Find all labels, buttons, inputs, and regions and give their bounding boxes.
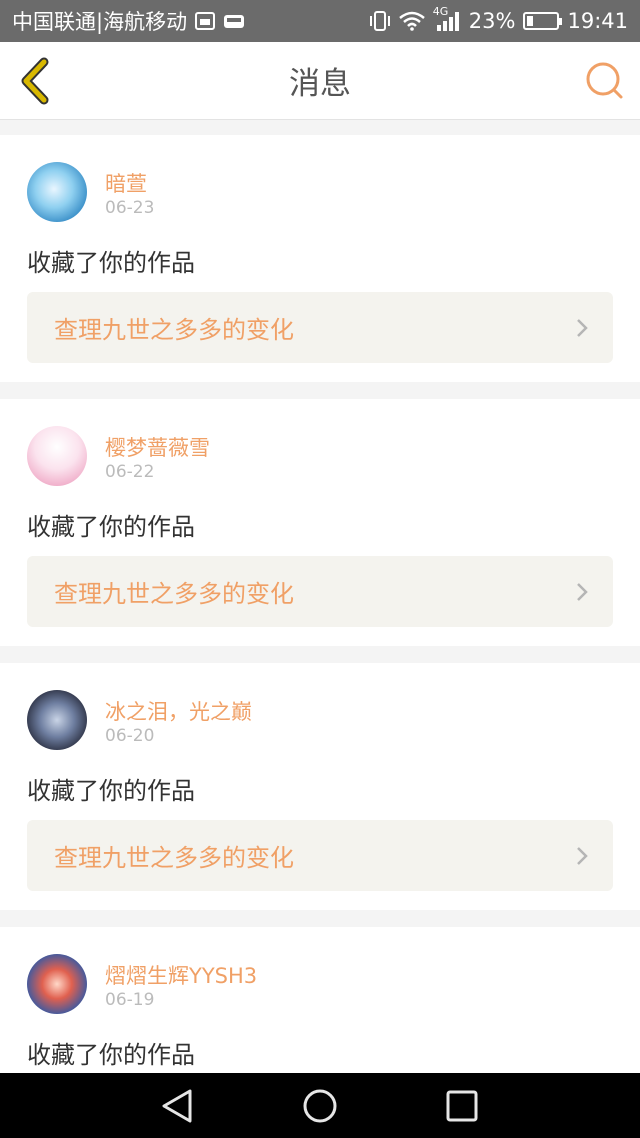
nav-back-button[interactable] [156,1085,198,1127]
battery-percent: 23% [468,9,516,33]
battery-icon [523,12,563,30]
app-header: 消息 [0,42,640,120]
message-date: 06-23 [105,198,155,218]
message-date: 06-22 [105,462,155,482]
message-text: 收藏了你的作品 [27,777,195,805]
chevron-left-icon [21,57,49,105]
clock: 19:41 [567,9,628,33]
signal-group: 4G [433,5,461,33]
image-notification-icon [195,12,216,30]
car-notification-icon [224,15,245,28]
message-card: 冰之泪，光之巅 06-20 收藏了你的作品 查理九世之多多的变化 [0,663,640,910]
work-title: 查理九世之多多的变化 [54,580,294,608]
work-link[interactable]: 查理九世之多多的变化 [27,292,613,363]
carrier-label: 中国联通|海航移动 [12,10,188,34]
work-title: 查理九世之多多的变化 [54,844,294,872]
message-date: 06-20 [105,726,155,746]
search-button[interactable] [584,60,626,102]
user-name-link[interactable]: 熠熠生辉YYSH3 [105,960,257,990]
message-text: 收藏了你的作品 [27,513,195,541]
work-title: 查理九世之多多的变化 [54,316,294,344]
chevron-right-icon [577,583,588,601]
chevron-right-icon [577,847,588,865]
work-link[interactable]: 查理九世之多多的变化 [27,556,613,627]
page-title: 消息 [289,66,351,102]
nav-recents-button[interactable] [441,1085,483,1127]
system-nav-bar [0,1073,640,1138]
message-text: 收藏了你的作品 [27,1041,195,1069]
avatar[interactable] [27,690,87,750]
recents-square-icon [446,1090,478,1122]
nav-home-button[interactable] [299,1085,341,1127]
chevron-right-icon [577,319,588,337]
signal-icon [436,12,459,31]
vibrate-icon [369,11,390,31]
wifi-icon [398,11,425,31]
message-card: 樱梦蔷薇雪 06-22 收藏了你的作品 查理九世之多多的变化 [0,399,640,646]
status-bar: 中国联通|海航移动 4G 23% 19:41 [0,0,640,42]
back-button[interactable] [14,56,62,106]
user-name-link[interactable]: 冰之泪，光之巅 [105,696,252,726]
avatar[interactable] [27,954,87,1014]
message-text: 收藏了你的作品 [27,249,195,277]
user-name-link[interactable]: 暗萱 [105,168,147,198]
home-circle-icon [303,1089,337,1123]
back-triangle-icon [162,1089,192,1123]
avatar[interactable] [27,162,87,222]
user-name-link[interactable]: 樱梦蔷薇雪 [105,432,210,462]
message-list: 暗萱 06-23 收藏了你的作品 查理九世之多多的变化 樱梦蔷薇雪 06-22 … [0,135,640,1138]
work-link[interactable]: 查理九世之多多的变化 [27,820,613,891]
search-icon [586,62,623,99]
message-date: 06-19 [105,990,155,1010]
message-card: 暗萱 06-23 收藏了你的作品 查理九世之多多的变化 [0,135,640,382]
avatar[interactable] [27,426,87,486]
